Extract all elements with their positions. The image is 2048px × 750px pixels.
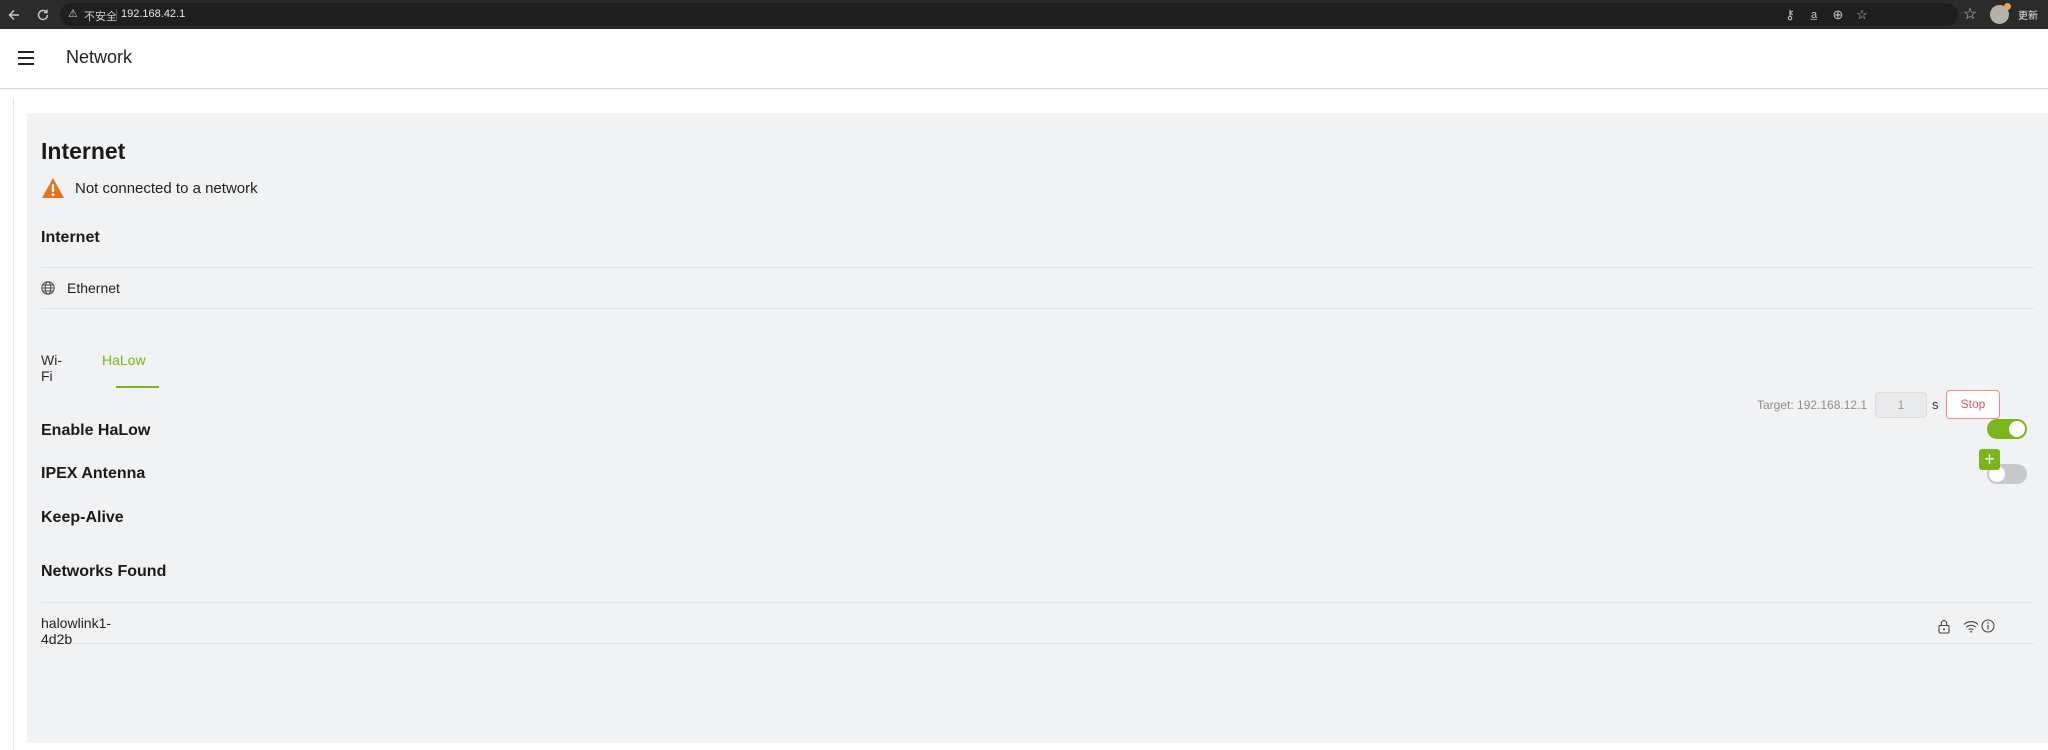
hamburger-menu-icon[interactable] — [18, 51, 34, 65]
tab-halow[interactable]: HaLow — [102, 352, 146, 368]
stop-button[interactable]: Stop — [1946, 390, 2000, 419]
key-icon[interactable]: ⚷ — [1782, 7, 1798, 23]
ethernet-item[interactable]: Ethernet — [41, 280, 120, 296]
divider — [41, 602, 2034, 603]
reload-icon[interactable] — [33, 5, 53, 25]
ipex-antenna-label: IPEX Antenna — [41, 465, 146, 482]
network-item-icons — [1937, 618, 1995, 634]
notification-dot — [2004, 3, 2011, 10]
networks-found-heading: Networks Found — [41, 563, 167, 580]
back-icon[interactable] — [4, 5, 24, 25]
url-text[interactable]: 192.168.42.1 — [121, 8, 185, 20]
not-secure-icon[interactable]: ⚠ — [68, 7, 78, 20]
connection-status: Not connected to a network — [41, 177, 258, 199]
extensions-icon[interactable]: ☆ — [1960, 5, 1980, 25]
lock-icon — [1938, 619, 1950, 634]
divider — [41, 267, 2034, 268]
network-panel: Internet Not connected to a network Inte… — [27, 113, 2048, 743]
star-icon[interactable]: ☆ — [1854, 7, 1870, 23]
page-header-title: Network — [66, 47, 133, 67]
tab-wifi[interactable]: Wi-Fi — [41, 352, 62, 384]
globe-icon — [41, 281, 55, 295]
update-button[interactable]: 更新 — [2018, 7, 2038, 22]
omnibox-actions: ⚷ a̲ ⊕ ☆ — [1782, 7, 1870, 27]
keep-alive-label: Keep-Alive — [41, 509, 124, 526]
security-label[interactable]: 不安全 — [84, 8, 117, 24]
enable-halow-toggle[interactable] — [1987, 419, 2027, 439]
app-header: Network — [0, 29, 2048, 89]
divider — [41, 643, 2034, 644]
keep-alive-target: Target: 192.168.12.1 — [1757, 398, 1868, 412]
enable-halow-label: Enable HaLow — [41, 422, 151, 439]
ethernet-label: Ethernet — [67, 280, 120, 296]
toggle-knob — [2009, 421, 2025, 437]
omnibox-divider — [116, 9, 117, 21]
active-tab-indicator — [116, 386, 159, 388]
zoom-icon[interactable]: ⊕ — [1830, 7, 1846, 23]
internet-heading: Internet — [41, 229, 100, 246]
address-bar[interactable]: ⚠ 不安全 192.168.42.1 ⚷ a̲ ⊕ ☆ — [60, 3, 1958, 26]
profile-avatar[interactable] — [1990, 3, 2011, 24]
status-text: Not connected to a network — [75, 179, 258, 197]
page-title: Internet — [41, 138, 126, 164]
keep-alive-unit: s — [1932, 397, 1939, 412]
keep-alive-interval-input[interactable] — [1875, 392, 1927, 418]
translate-icon[interactable]: a̲ — [1806, 7, 1822, 23]
wifi-signal-icon — [1963, 620, 1979, 633]
divider — [41, 308, 2034, 309]
browser-toolbar: ⚠ 不安全 192.168.42.1 ⚷ a̲ ⊕ ☆ ☆ 更新 — [0, 0, 2048, 29]
add-network-button[interactable]: + — [1979, 449, 2000, 470]
network-ssid[interactable]: halowlink1-4d2b — [41, 615, 111, 647]
info-icon[interactable] — [1981, 619, 1995, 633]
warning-icon — [42, 178, 64, 198]
